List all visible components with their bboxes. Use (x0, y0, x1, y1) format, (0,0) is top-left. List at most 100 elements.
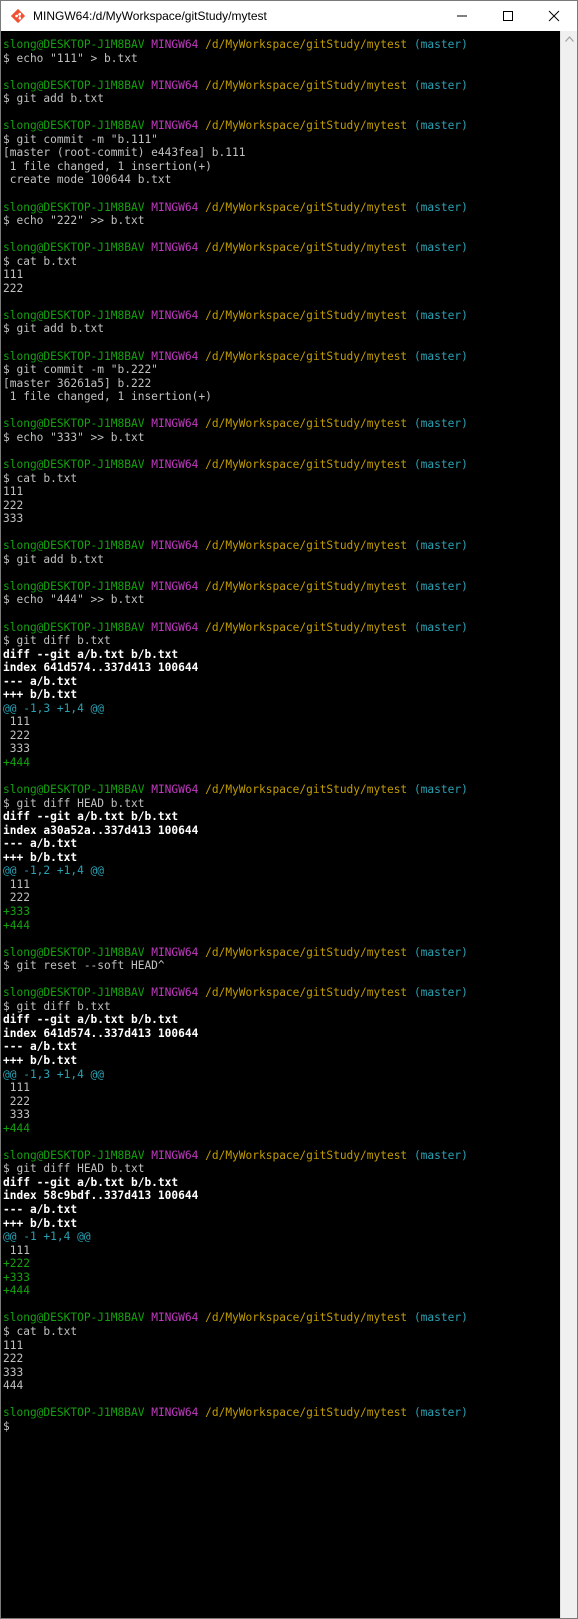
output-line: [master 36261a5] b.222 (3, 376, 152, 390)
diff-added-line: +444 (3, 755, 30, 769)
output-line: 333 (3, 1108, 30, 1122)
prompt-line: slong@DESKTOP-J1M8BAV MINGW64 /d/MyWorks… (3, 119, 561, 133)
output-line: 111 (3, 485, 24, 499)
output-line: 444 (3, 1379, 24, 1393)
prompt-line: slong@DESKTOP-J1M8BAV MINGW64 /d/MyWorks… (3, 783, 561, 797)
diff-header-line: --- a/b.txt (3, 674, 78, 688)
prompt-user: slong@DESKTOP-J1M8BAV (3, 783, 145, 797)
command-line: $ git reset --soft HEAD^ (3, 959, 165, 973)
minimize-button[interactable] (439, 1, 485, 31)
prompt-user: slong@DESKTOP-J1M8BAV (3, 38, 145, 51)
prompt-system: MINGW64 (151, 783, 199, 797)
maximize-icon (502, 7, 514, 26)
prompt-path: /d/MyWorkspace/gitStudy/mytest (205, 1148, 408, 1162)
diff-hunk-line: @@ -1,3 +1,4 @@ (3, 1067, 105, 1081)
prompt-line: slong@DESKTOP-J1M8BAV MINGW64 /d/MyWorks… (3, 350, 561, 364)
command-line: $ git add b.txt (3, 322, 105, 336)
prompt-path: /d/MyWorkspace/gitStudy/mytest (205, 417, 408, 431)
command-line: $ git diff b.txt (3, 999, 111, 1013)
prompt-path: /d/MyWorkspace/gitStudy/mytest (205, 200, 408, 214)
output-line: 111 (3, 268, 24, 282)
command-line: $ git diff b.txt (3, 634, 111, 648)
diff-header-line: index 58c9bdf..337d413 100644 (3, 1189, 199, 1203)
scroll-up-arrow-icon[interactable] (561, 31, 577, 47)
prompt-path: /d/MyWorkspace/gitStudy/mytest (205, 241, 408, 255)
output-line: 111 (3, 877, 30, 891)
diff-hunk-line: @@ -1,3 +1,4 @@ (3, 701, 105, 715)
window-controls (439, 1, 577, 31)
maximize-button[interactable] (485, 1, 531, 31)
prompt-system: MINGW64 (151, 417, 199, 431)
prompt-line: slong@DESKTOP-J1M8BAV MINGW64 /d/MyWorks… (3, 79, 561, 93)
prompt-line: slong@DESKTOP-J1M8BAV MINGW64 /d/MyWorks… (3, 38, 561, 52)
command-line: $ cat b.txt (3, 1324, 78, 1338)
prompt-system: MINGW64 (151, 200, 199, 214)
output-line: 333 (3, 742, 30, 756)
command-line: $ echo "222" >> b.txt (3, 214, 145, 228)
prompt-branch: (master) (413, 78, 468, 92)
prompt-line: slong@DESKTOP-J1M8BAV MINGW64 /d/MyWorks… (3, 309, 561, 323)
prompt-user: slong@DESKTOP-J1M8BAV (3, 1311, 145, 1325)
diff-header-line: diff --git a/b.txt b/b.txt (3, 1175, 179, 1189)
prompt-system: MINGW64 (151, 119, 199, 133)
prompt-user: slong@DESKTOP-J1M8BAV (3, 1148, 145, 1162)
prompt-system: MINGW64 (151, 349, 199, 363)
prompt-branch: (master) (413, 539, 468, 553)
prompt-line: slong@DESKTOP-J1M8BAV MINGW64 /d/MyWorks… (3, 1149, 561, 1163)
output-line: create mode 100644 b.txt (3, 173, 172, 187)
command-line: $ git add b.txt (3, 552, 105, 566)
prompt-system: MINGW64 (151, 457, 199, 471)
command-line: $ echo "111" > b.txt (3, 51, 138, 65)
command-line: $ git diff HEAD b.txt (3, 1162, 145, 1176)
prompt-branch: (master) (413, 986, 468, 1000)
prompt-path: /d/MyWorkspace/gitStudy/mytest (205, 945, 408, 959)
prompt-branch: (master) (413, 1406, 468, 1420)
prompt-system: MINGW64 (151, 308, 199, 322)
prompt-path: /d/MyWorkspace/gitStudy/mytest (205, 78, 408, 92)
output-line: 333 (3, 1365, 24, 1379)
prompt-line: slong@DESKTOP-J1M8BAV MINGW64 /d/MyWorks… (3, 458, 561, 472)
git-icon (7, 1, 29, 31)
prompt-system: MINGW64 (151, 1406, 199, 1420)
terminal-output[interactable]: slong@DESKTOP-J1M8BAV MINGW64 /d/MyWorks… (3, 38, 561, 1616)
vertical-scrollbar[interactable] (560, 31, 577, 1618)
diff-header-line: --- a/b.txt (3, 1203, 78, 1217)
diff-added-line: +444 (3, 918, 30, 932)
output-line: 111 (3, 715, 30, 729)
close-button[interactable] (531, 1, 577, 31)
prompt-line: slong@DESKTOP-J1M8BAV MINGW64 /d/MyWorks… (3, 417, 561, 431)
output-line: 222 (3, 281, 24, 295)
prompt-line: slong@DESKTOP-J1M8BAV MINGW64 /d/MyWorks… (3, 946, 561, 960)
command-line: $ echo "444" >> b.txt (3, 593, 145, 607)
output-line: 222 (3, 498, 24, 512)
title-bar[interactable]: MINGW64:/d/MyWorkspace/gitStudy/mytest (1, 1, 577, 31)
diff-added-line: +333 (3, 1270, 30, 1284)
prompt-branch: (master) (413, 457, 468, 471)
diff-header-line: --- a/b.txt (3, 837, 78, 851)
prompt-user: slong@DESKTOP-J1M8BAV (3, 78, 145, 92)
prompt-system: MINGW64 (151, 1311, 199, 1325)
prompt-system: MINGW64 (151, 539, 199, 553)
prompt-user: slong@DESKTOP-J1M8BAV (3, 200, 145, 214)
prompt-path: /d/MyWorkspace/gitStudy/mytest (205, 1311, 408, 1325)
prompt-system: MINGW64 (151, 38, 199, 51)
close-icon (548, 7, 560, 26)
prompt-system: MINGW64 (151, 945, 199, 959)
prompt-branch: (master) (413, 349, 468, 363)
output-line: 333 (3, 512, 24, 526)
prompt-line: slong@DESKTOP-J1M8BAV MINGW64 /d/MyWorks… (3, 580, 561, 594)
prompt-branch: (master) (413, 308, 468, 322)
prompt-branch: (master) (413, 417, 468, 431)
prompt-branch: (master) (413, 945, 468, 959)
command-line: $ git add b.txt (3, 92, 105, 106)
prompt-system: MINGW64 (151, 620, 199, 634)
